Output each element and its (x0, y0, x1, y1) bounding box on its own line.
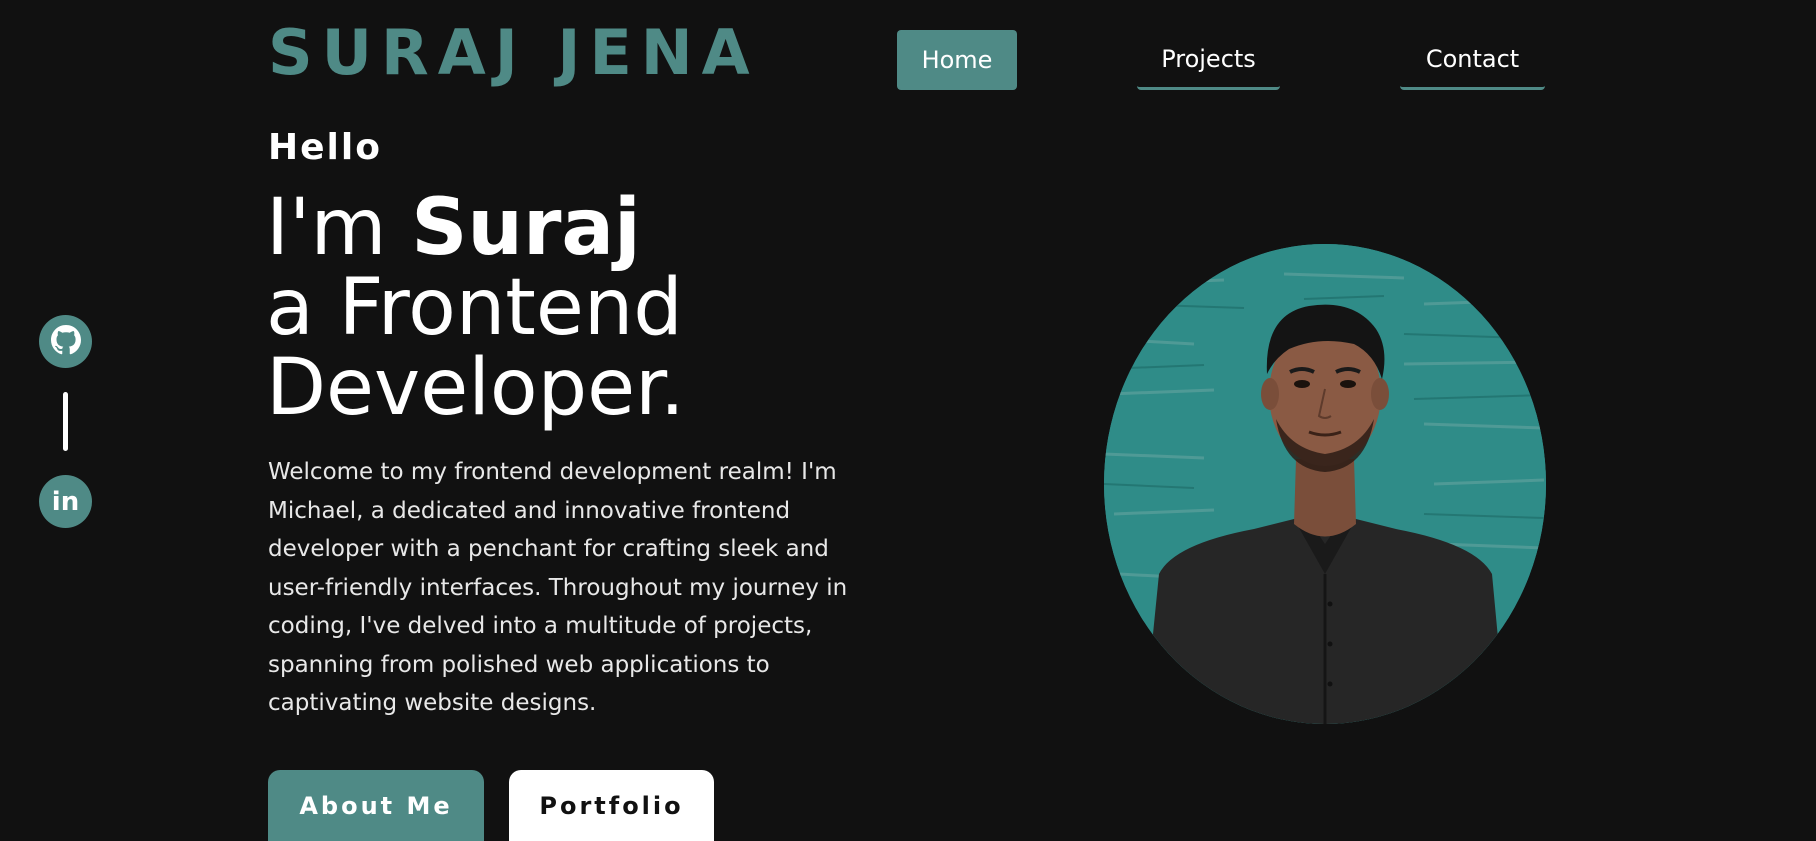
headline-line-3: Developer. (266, 343, 685, 433)
portfolio-button[interactable]: Portfolio (509, 770, 714, 841)
nav-contact[interactable]: Contact (1400, 30, 1545, 90)
linkedin-icon: in (51, 486, 80, 517)
headline-line-2: a Frontend (266, 263, 683, 353)
social-divider (63, 392, 68, 451)
about-me-button[interactable]: About Me (268, 770, 484, 841)
headline-prefix: I'm (266, 183, 412, 273)
intro-paragraph: Welcome to my frontend development realm… (268, 459, 848, 716)
profile-photo (1104, 244, 1546, 724)
github-icon (50, 324, 81, 359)
headline-name: Suraj (411, 183, 641, 273)
hero-headline: I'm Suraj a Frontend Developer. (266, 188, 685, 428)
nav-projects[interactable]: Projects (1137, 30, 1280, 90)
nav-home[interactable]: Home (897, 30, 1017, 90)
portfolio-page: SURAJ JENA Home Projects Contact in Hell… (0, 0, 1816, 841)
headline-line-1: I'm Suraj (266, 188, 685, 268)
linkedin-link[interactable]: in (39, 475, 92, 528)
github-link[interactable] (39, 315, 92, 368)
greeting: Hello (268, 127, 382, 168)
site-brand[interactable]: SURAJ JENA (268, 22, 759, 84)
